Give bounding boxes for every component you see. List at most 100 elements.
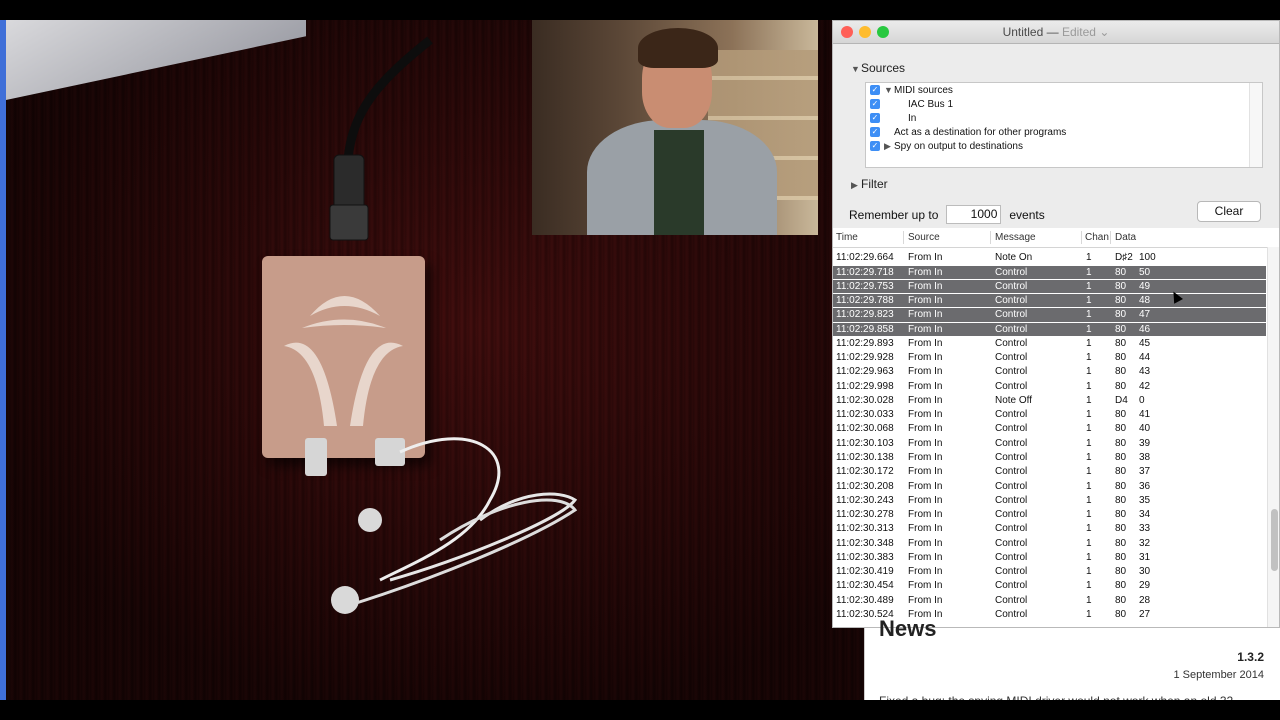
column-header-chan[interactable]: Chan <box>1085 232 1109 244</box>
source-item-spy-output[interactable]: ✓ ▶ Spy on output to destinations <box>870 139 1023 153</box>
table-row[interactable]: 11:02:30.348 From In Control 1 80 32 <box>833 537 1266 551</box>
cell-d1: 80 <box>1115 480 1127 492</box>
source-item-act-as-destination[interactable]: ✓ Act as a destination for other program… <box>870 125 1066 139</box>
events-table[interactable]: 11:02:29.644From InNote Off1A♯1011:02:29… <box>833 228 1279 627</box>
cell-d1: 80 <box>1115 380 1127 392</box>
source-item-in[interactable]: ✓ In <box>870 111 916 125</box>
table-row[interactable]: 11:02:30.454 From In Control 1 80 29 <box>833 579 1266 593</box>
column-header-message[interactable]: Message <box>995 232 1036 244</box>
column-header-time[interactable]: Time <box>836 232 858 244</box>
cell-d1: 80 <box>1115 309 1127 321</box>
cell-d1: 80 <box>1115 366 1127 378</box>
cell-message: Control <box>995 523 1028 535</box>
column-divider[interactable] <box>1081 231 1082 244</box>
table-row[interactable]: 11:02:30.138 From In Control 1 80 38 <box>833 451 1266 465</box>
cell-d1: 80 <box>1115 437 1127 449</box>
cell-source: From In <box>908 366 943 378</box>
source-item-iac-bus[interactable]: ✓ IAC Bus 1 <box>870 97 953 111</box>
cell-source: From In <box>908 437 943 449</box>
remember-prefix: Remember up to <box>849 207 939 222</box>
checkbox-checked-icon[interactable]: ✓ <box>870 113 880 123</box>
table-row[interactable]: 11:02:29.963 From In Control 1 80 43 <box>833 365 1266 379</box>
disclosure-open-icon[interactable]: ▼ <box>851 64 861 74</box>
cell-time: 11:02:30.138 <box>836 451 894 463</box>
title-bar[interactable]: Untitled — Edited ⌄ <box>833 21 1279 44</box>
sources-scrollbar[interactable] <box>1249 83 1262 167</box>
cell-d2: 49 <box>1139 280 1151 292</box>
cell-message: Control <box>995 594 1028 606</box>
event-limit-field[interactable]: 1000 <box>946 205 1002 224</box>
source-label: MIDI sources <box>894 84 953 96</box>
checkbox-checked-icon[interactable]: ✓ <box>870 141 880 151</box>
checkbox-checked-icon[interactable]: ✓ <box>870 127 880 137</box>
cell-chan: 1 <box>1086 366 1092 378</box>
checkbox-checked-icon[interactable]: ✓ <box>870 99 880 109</box>
filter-header[interactable]: ▶ Filter <box>851 177 888 191</box>
cell-source: From In <box>908 295 943 307</box>
cell-d2: 34 <box>1139 509 1151 521</box>
table-row[interactable]: 11:02:29.858 From In Control 1 80 46 <box>833 322 1266 337</box>
filter-label: Filter <box>861 177 888 191</box>
cell-source: From In <box>908 266 943 278</box>
table-row[interactable]: 11:02:29.928 From In Control 1 80 44 <box>833 351 1266 365</box>
column-header-data[interactable]: Data <box>1115 232 1136 244</box>
checkbox-checked-icon[interactable]: ✓ <box>870 85 880 95</box>
person-hair <box>638 28 718 68</box>
cell-d1: 80 <box>1115 594 1127 606</box>
table-row[interactable]: 11:02:30.243 From In Control 1 80 35 <box>833 494 1266 508</box>
table-row[interactable]: 11:02:29.823 From In Control 1 80 47 <box>833 308 1266 323</box>
cell-d2: 48 <box>1139 295 1151 307</box>
table-row[interactable]: 11:02:30.278 From In Control 1 80 34 <box>833 508 1266 522</box>
table-row[interactable]: 11:02:29.753 From In Control 1 80 49 <box>833 279 1266 295</box>
table-row[interactable]: 11:02:30.208 From In Control 1 80 36 <box>833 480 1266 494</box>
table-scroll-thumb[interactable] <box>1271 509 1278 571</box>
table-row[interactable]: 11:02:29.893 From In Control 1 80 45 <box>833 337 1266 351</box>
column-header-source[interactable]: Source <box>908 232 940 244</box>
disclosure-open-icon[interactable]: ▼ <box>884 85 894 95</box>
cell-message: Control <box>995 295 1028 307</box>
cell-chan: 1 <box>1086 409 1092 421</box>
cell-chan: 1 <box>1086 437 1092 449</box>
cell-time: 11:02:30.454 <box>836 580 894 592</box>
table-row[interactable]: 11:02:29.664 From In Note On 1 D♯2 100 <box>833 251 1266 265</box>
table-row[interactable]: 11:02:30.033 From In Control 1 80 41 <box>833 408 1266 422</box>
table-row[interactable]: 11:02:29.788 From In Control 1 80 48 <box>833 294 1266 309</box>
cell-time: 11:02:30.028 <box>836 394 894 406</box>
cell-time: 11:02:29.963 <box>836 366 894 378</box>
cell-d1: 80 <box>1115 337 1127 349</box>
table-row[interactable]: 11:02:30.313 From In Control 1 80 33 <box>833 522 1266 536</box>
cell-d1: 80 <box>1115 608 1127 620</box>
cell-d1: 80 <box>1115 580 1127 592</box>
cell-time: 11:02:30.278 <box>836 509 894 521</box>
chevron-down-icon[interactable]: ⌄ <box>1099 25 1109 39</box>
cell-source: From In <box>908 309 943 321</box>
midi-monitor-window: Untitled — Edited ⌄ ▼Sources ✓ ▼ MIDI so… <box>832 20 1280 628</box>
disclosure-closed-icon[interactable]: ▶ <box>851 180 861 191</box>
sources-header[interactable]: ▼Sources <box>851 61 905 75</box>
table-row[interactable]: 11:02:30.103 From In Control 1 80 39 <box>833 437 1266 451</box>
table-row[interactable]: 11:02:30.383 From In Control 1 80 31 <box>833 551 1266 565</box>
table-row[interactable]: 11:02:30.489 From In Control 1 80 28 <box>833 594 1266 608</box>
cell-d2: 43 <box>1139 366 1151 378</box>
cell-source: From In <box>908 409 943 421</box>
table-row[interactable]: 11:02:29.998 From In Control 1 80 42 <box>833 380 1266 394</box>
disclosure-closed-icon[interactable]: ▶ <box>884 141 894 152</box>
source-item-midi-sources[interactable]: ✓ ▼ MIDI sources <box>870 83 953 97</box>
column-divider[interactable] <box>903 231 904 244</box>
cell-source: From In <box>908 394 943 406</box>
table-row[interactable]: 11:02:30.172 From In Control 1 80 37 <box>833 465 1266 479</box>
table-row[interactable]: 11:02:30.028 From In Note Off 1 D4 0 <box>833 394 1266 408</box>
clear-button[interactable]: Clear <box>1197 201 1261 222</box>
cell-message: Control <box>995 494 1028 506</box>
table-row[interactable]: 11:02:30.068 From In Control 1 80 40 <box>833 422 1266 436</box>
cell-time: 11:02:30.348 <box>836 537 894 549</box>
cell-d1: 80 <box>1115 509 1127 521</box>
column-divider[interactable] <box>990 231 991 244</box>
table-row[interactable]: 11:02:29.718 From In Control 1 80 50 <box>833 265 1266 280</box>
table-scrollbar[interactable] <box>1267 247 1279 627</box>
table-row[interactable]: 11:02:30.419 From In Control 1 80 30 <box>833 565 1266 579</box>
column-divider[interactable] <box>1110 231 1111 244</box>
sources-list[interactable]: ✓ ▼ MIDI sources ✓ IAC Bus 1 ✓ In ✓ Act … <box>865 82 1263 168</box>
edited-status[interactable]: Edited <box>1062 25 1096 39</box>
cell-message: Control <box>995 366 1028 378</box>
